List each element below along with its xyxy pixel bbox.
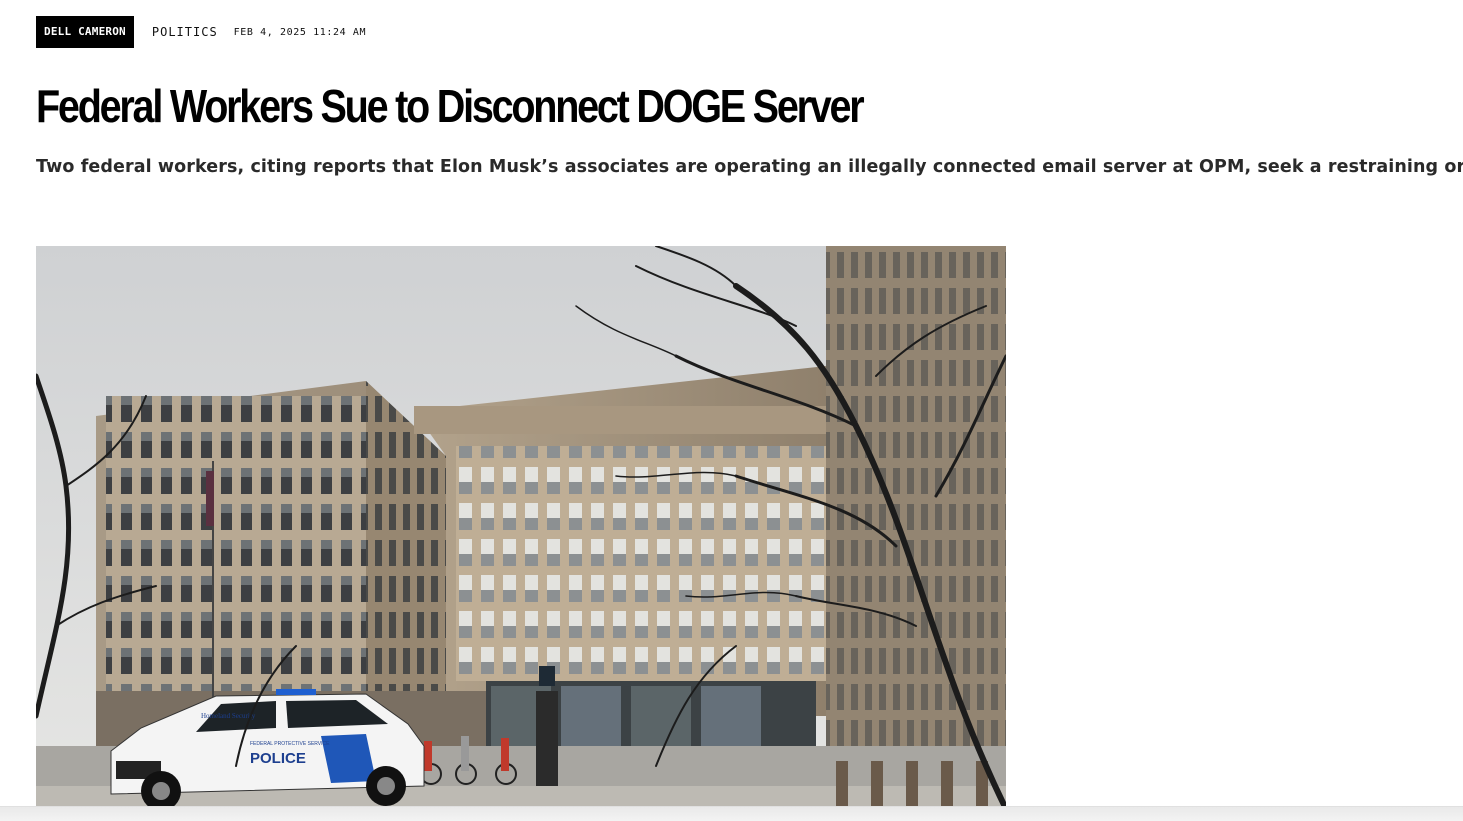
article-meta: DELL CAMERON POLITICS FEB 4, 2025 11:24 … (36, 16, 366, 48)
vehicle-agency-text: Homeland Security (201, 712, 256, 720)
category-link[interactable]: POLITICS (152, 25, 218, 39)
article-dek: Two federal workers, citing reports that… (36, 157, 1463, 177)
publish-timestamp: FEB 4, 2025 11:24 AM (233, 26, 367, 38)
page-bottom-bar (0, 806, 1463, 821)
headline: Federal Workers Sue to Disconnect DOGE S… (36, 80, 865, 132)
hero-image: POLICE FEDERAL PROTECTIVE SERVICE Homela… (36, 246, 1006, 809)
author-link[interactable]: DELL CAMERON (36, 16, 134, 48)
vehicle-police-text: POLICE (250, 750, 306, 767)
vehicle-division-text: FEDERAL PROTECTIVE SERVICE (250, 741, 330, 747)
